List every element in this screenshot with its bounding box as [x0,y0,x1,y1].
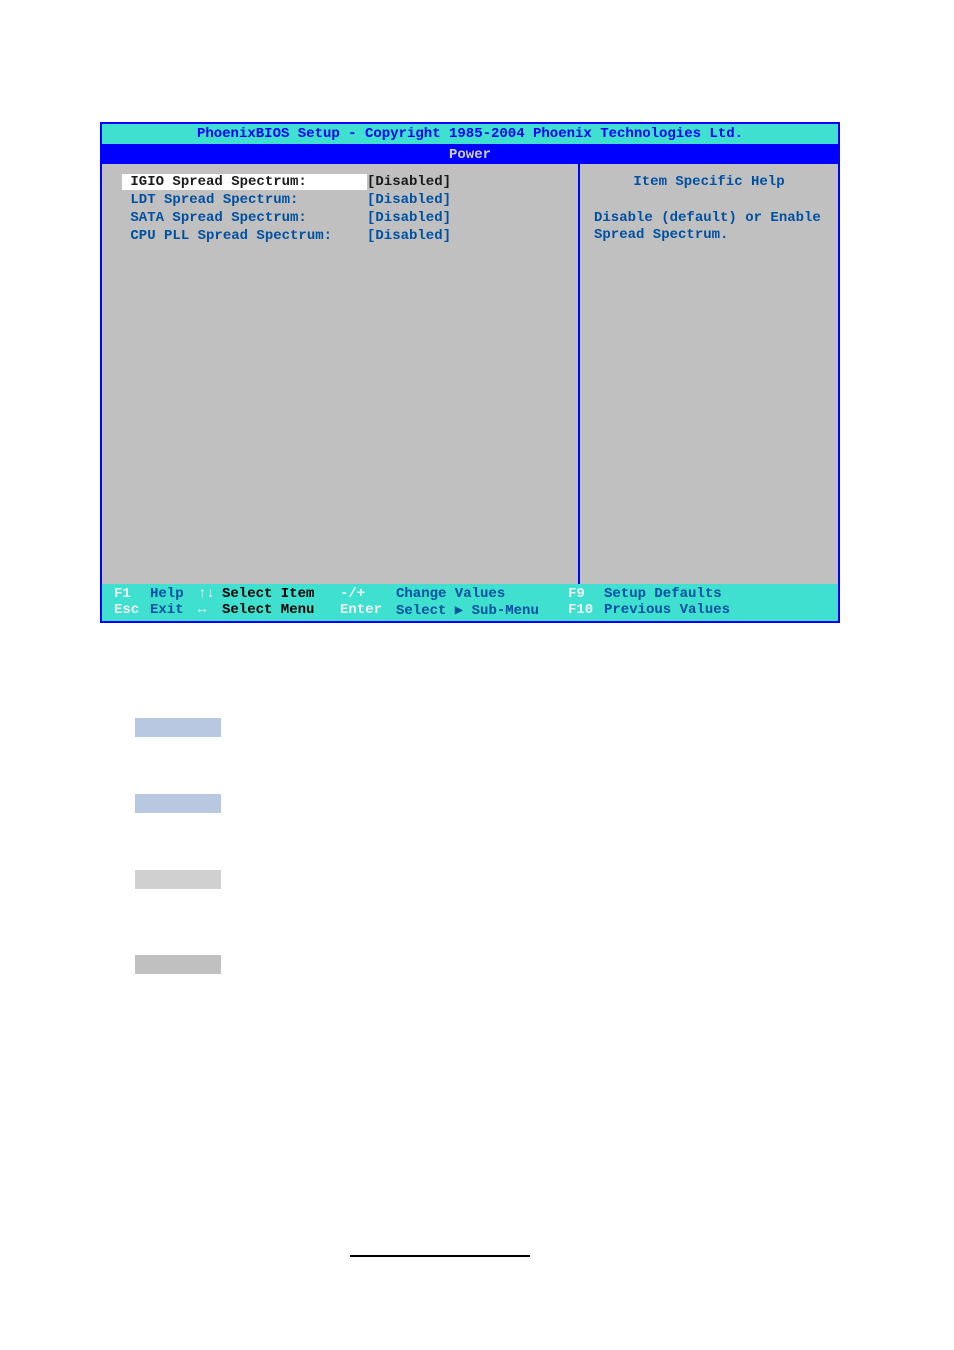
setting-row[interactable]: CPU PLL Spread Spectrum: [Disabled] [122,228,558,244]
footer-key-updown: ↑↓ [198,586,222,602]
footer-key-f10: F10 [568,602,604,619]
menu-tab-power[interactable]: Power [445,147,495,163]
footer-row-1: F1 Help ↑↓ Select Item -/+ Change Values… [114,586,826,602]
bios-help-panel: Item Specific Help Disable (default) or … [580,164,838,584]
footer-action-submenu: Select ▶ Sub-Menu [396,602,568,619]
placeholder-box [135,718,221,737]
setting-label: SATA Spread Spectrum: [122,210,367,226]
setting-value[interactable]: [Disabled] [367,228,451,244]
bios-window: PhoenixBIOS Setup - Copyright 1985-2004 … [100,122,840,623]
setting-value[interactable]: [Disabled] [367,192,451,208]
bios-menu-bar: Power [102,144,838,164]
redacted-block [135,718,221,737]
footer-key-enter: Enter [340,602,396,619]
placeholder-box [135,794,221,813]
help-title: Item Specific Help [594,174,824,190]
footer-row-2: Esc Exit ↔ Select Menu Enter Select ▶ Su… [114,602,826,619]
footer-action-previous-values: Previous Values [604,602,730,619]
setting-label: LDT Spread Spectrum: [122,192,367,208]
setting-label: CPU PLL Spread Spectrum: [122,228,367,244]
setting-row[interactable]: LDT Spread Spectrum: [Disabled] [122,192,558,208]
bios-title: PhoenixBIOS Setup - Copyright 1985-2004 … [102,124,838,144]
setting-label: IGIO Spread Spectrum: [122,174,367,190]
footer-action-select-menu: Select Menu [222,602,340,619]
setting-row[interactable]: SATA Spread Spectrum: [Disabled] [122,210,558,226]
footer-action-help: Help [150,586,198,602]
redacted-block [135,955,221,974]
footer-action-change-values: Change Values [396,586,568,602]
redacted-block [135,870,221,889]
help-text: Disable (default) or Enable Spread Spect… [594,210,824,244]
setting-row[interactable]: IGIO Spread Spectrum: [Disabled] [122,174,558,190]
footer-key-f9: F9 [568,586,604,602]
setting-value[interactable]: [Disabled] [367,174,451,190]
footer-action-exit: Exit [150,602,198,619]
bios-main-panel: IGIO Spread Spectrum: [Disabled] LDT Spr… [102,164,580,584]
placeholder-box [135,870,221,889]
footer-key-esc: Esc [114,602,150,619]
redacted-block [135,794,221,813]
bios-footer: F1 Help ↑↓ Select Item -/+ Change Values… [102,584,838,621]
bios-content: IGIO Spread Spectrum: [Disabled] LDT Spr… [102,164,838,584]
setting-value[interactable]: [Disabled] [367,210,451,226]
placeholder-box [135,955,221,974]
footer-key-f1: F1 [114,586,150,602]
footer-action-setup-defaults: Setup Defaults [604,586,722,602]
footer-key-plusminus: -/+ [340,586,396,602]
footer-action-select-item: Select Item [222,586,340,602]
divider-line [350,1255,530,1257]
footer-key-leftright: ↔ [198,602,222,619]
